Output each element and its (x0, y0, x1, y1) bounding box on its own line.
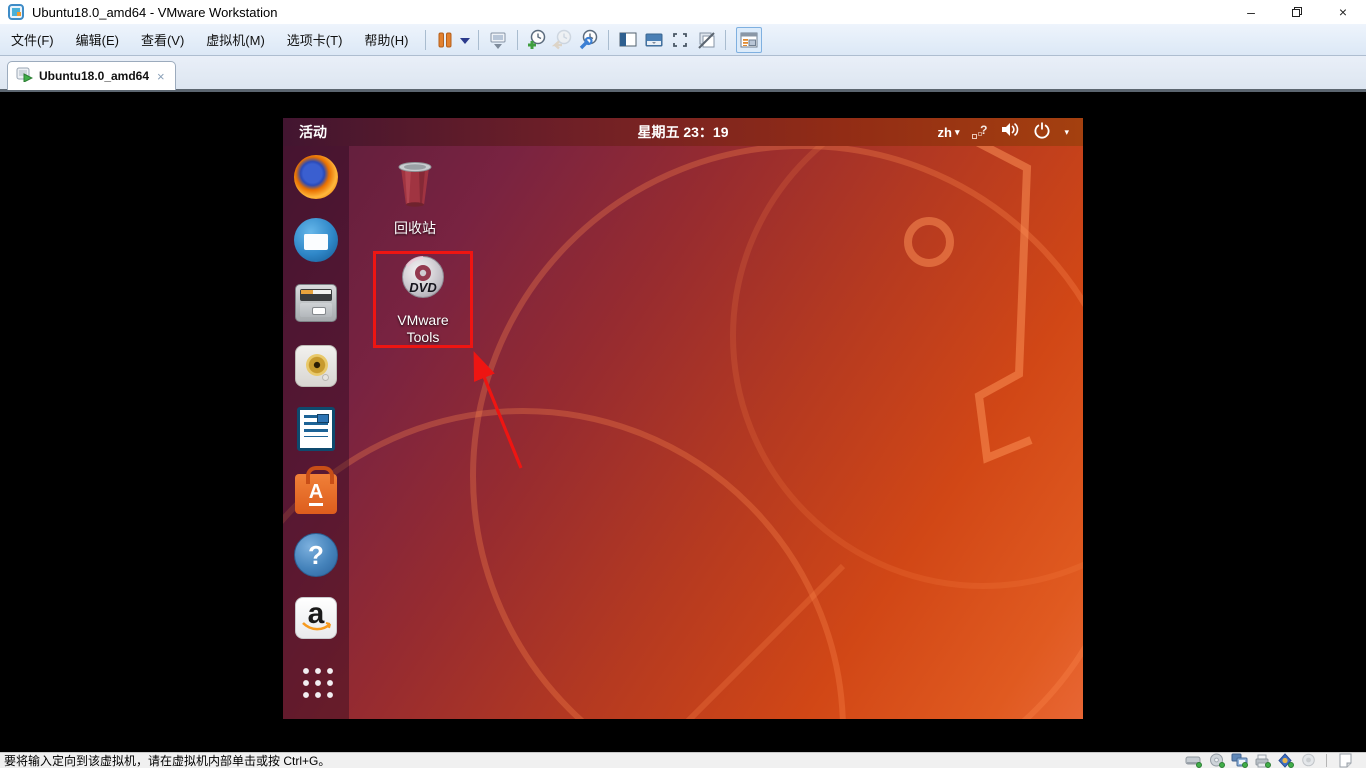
tab-close-icon[interactable]: × (157, 69, 165, 84)
files-icon (295, 284, 337, 322)
dock-item-show-applications[interactable] (293, 658, 339, 704)
dock-item-thunderbird[interactable] (293, 217, 339, 263)
help-icon: ? (294, 533, 338, 577)
network-adapter-icon[interactable] (1230, 753, 1248, 768)
menu-edit[interactable]: 编辑(E) (65, 25, 130, 54)
vmware-logo-icon (8, 4, 24, 20)
show-thumbnail-bar-button[interactable] (641, 27, 667, 53)
toolbar-separator (425, 29, 427, 50)
minimize-button[interactable]: – (1228, 0, 1274, 24)
unity-mode-button[interactable] (693, 27, 719, 53)
system-menu-caret-icon[interactable]: ▾ (1064, 127, 1069, 138)
dock-item-firefox[interactable] (293, 154, 339, 200)
libreoffice-writer-icon (297, 407, 335, 451)
dock-item-amazon[interactable]: a (293, 595, 339, 641)
window-title: Ubuntu18.0_amd64 - VMware Workstation (32, 4, 278, 20)
dock-item-libreoffice-writer[interactable] (293, 406, 339, 452)
svg-text:DVD: DVD (409, 280, 437, 295)
dock-item-help[interactable]: ? (293, 532, 339, 578)
status-message: 要将输入定向到该虚拟机，请在虚拟机内部单击或按 Ctrl+G。 (4, 754, 331, 768)
menu-vm[interactable]: 虚拟机(M) (195, 25, 276, 54)
desktop-icon-vmware-tools[interactable]: DVD VMware Tools (373, 251, 473, 348)
thunderbird-icon (294, 218, 338, 262)
dock: A ? a (283, 146, 349, 719)
fullscreen-button[interactable] (667, 27, 693, 53)
dock-item-files[interactable] (293, 280, 339, 326)
snapshot-manager-button[interactable] (576, 27, 602, 53)
pause-vm-button[interactable] (432, 27, 458, 53)
menu-bar: 文件(F) 编辑(E) 查看(V) 虚拟机(M) 选项卡(T) 帮助(H) (0, 24, 1366, 56)
pause-dropdown-caret-icon[interactable] (458, 27, 472, 53)
cd-dvd-icon[interactable] (1207, 753, 1225, 768)
vm-display[interactable]: 活动 星期五 23：19 zh ▾ ? ▾ A ? a 回收站 DVD VMwa… (283, 118, 1083, 719)
window-controls: – × (1228, 0, 1366, 24)
volume-icon[interactable] (1000, 121, 1020, 144)
chevron-down-icon: ▾ (954, 126, 960, 137)
status-device-icons (1184, 753, 1354, 768)
desktop-icon-trash[interactable]: 回收站 (375, 158, 455, 237)
tab-label: Ubuntu18.0_amd64 (39, 69, 150, 83)
rhythmbox-icon (295, 345, 337, 387)
dock-item-rhythmbox[interactable] (293, 343, 339, 389)
amazon-icon: a (295, 597, 337, 639)
trash-icon (392, 158, 438, 215)
input-method-indicator[interactable]: zh ▾ (937, 125, 959, 140)
toolbar-separator (608, 29, 610, 50)
vm-running-icon (16, 66, 34, 87)
status-bar: 要将输入定向到该虚拟机，请在虚拟机内部单击或按 Ctrl+G。 (0, 752, 1366, 768)
toolbar-separator (725, 29, 727, 50)
gnome-top-bar: 活动 星期五 23：19 zh ▾ ? ▾ (283, 118, 1083, 146)
power-icon[interactable] (1033, 121, 1051, 144)
trash-label: 回收站 (394, 220, 436, 236)
dvd-disc-icon: DVD (399, 256, 447, 307)
toolbar-separator (517, 29, 519, 50)
hard-disk-icon[interactable] (1184, 753, 1202, 768)
menu-file[interactable]: 文件(F) (0, 25, 65, 54)
message-log-icon[interactable] (1336, 753, 1354, 768)
input-status-icon[interactable]: ? (972, 123, 987, 140)
dock-item-ubuntu-software[interactable]: A (293, 466, 339, 515)
status-separator (1326, 754, 1327, 767)
close-button[interactable]: × (1320, 0, 1366, 24)
vmware-tools-label: VMware Tools (397, 312, 449, 345)
title-bar: Ubuntu18.0_amd64 - VMware Workstation – … (0, 0, 1366, 24)
take-snapshot-button[interactable] (524, 27, 550, 53)
restore-button[interactable] (1274, 0, 1320, 24)
printer-icon[interactable] (1253, 753, 1271, 768)
system-tray: zh ▾ ? ▾ (937, 118, 1069, 146)
webcam-icon[interactable] (1299, 753, 1317, 768)
vmware-workstation-window: Ubuntu18.0_amd64 - VMware Workstation – … (0, 0, 1366, 768)
menu-help[interactable]: 帮助(H) (353, 25, 419, 54)
menu-view[interactable]: 查看(V) (130, 25, 195, 54)
menu-tabs[interactable]: 选项卡(T) (276, 25, 354, 54)
show-library-button[interactable] (615, 27, 641, 53)
console-view-toggle-button[interactable] (736, 26, 763, 53)
toolbar-separator (478, 29, 480, 50)
vm-console-area: 活动 星期五 23：19 zh ▾ ? ▾ A ? a 回收站 DVD VMwa… (0, 92, 1366, 752)
revert-snapshot-button[interactable] (550, 27, 576, 53)
firefox-icon (294, 155, 338, 199)
tab-bar: Ubuntu18.0_amd64 × (0, 56, 1366, 92)
tab-ubuntu-vm[interactable]: Ubuntu18.0_amd64 × (7, 61, 176, 90)
sound-icon[interactable] (1276, 753, 1294, 768)
ubuntu-software-icon: A (295, 466, 337, 514)
app-grid-icon (299, 664, 333, 698)
send-ctrl-alt-del-button[interactable] (485, 27, 511, 53)
